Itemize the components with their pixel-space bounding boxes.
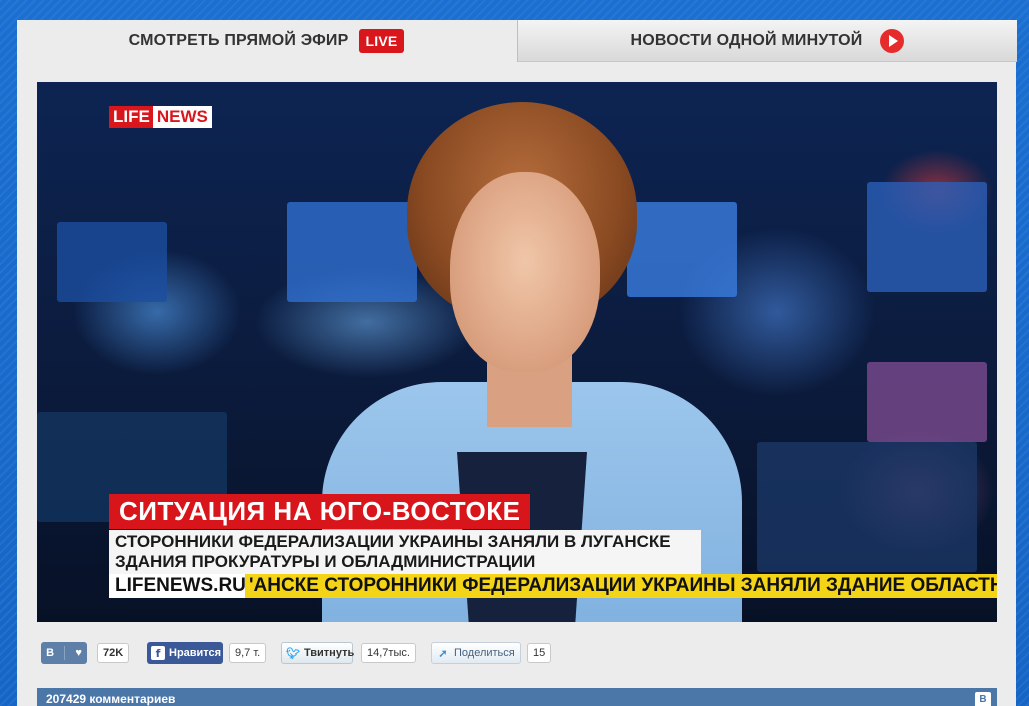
studio-screen	[57, 222, 167, 302]
news-ticker: 'АНСКЕ СТОРОННИКИ ФЕДЕРАЛИЗАЦИИ УКРАИНЫ …	[245, 574, 997, 598]
subhead-banner: СТОРОННИКИ ФЕДЕРАЛИЗАЦИИ УКРАИНЫ ЗАНЯЛИ …	[109, 530, 701, 574]
share-bird-icon: ➚	[438, 647, 448, 660]
video-player[interactable]: LIFE NEWS СИТУАЦИЯ НА ЮГО-ВОСТОКЕ СТОРОН…	[37, 82, 997, 622]
live-badge: LIVE	[358, 29, 405, 53]
subhead-line-1: СТОРОННИКИ ФЕДЕРАЛИЗАЦИИ УКРАИНЫ ЗАНЯЛИ …	[115, 532, 671, 551]
comments-count-label: 207429 комментариев	[46, 692, 176, 706]
logo-life-text: LIFE	[109, 106, 153, 128]
vk-icon: В	[975, 692, 991, 706]
ticker-site-label: LIFENEWS.RU	[109, 574, 252, 598]
comments-header[interactable]: 207429 комментариев В	[37, 688, 997, 706]
logo-news-text: NEWS	[152, 106, 212, 128]
subhead-line-2: ЗДАНИЯ ПРОКУРАТУРЫ И ОБЛАДМИНИСТРАЦИИ	[115, 552, 536, 571]
tab-news-one-minute-label: НОВОСТИ ОДНОЙ МИНУТОЙ	[630, 32, 863, 49]
tab-watch-live[interactable]: СМОТРЕТЬ ПРЯМОЙ ЭФИР LIVE	[17, 20, 516, 62]
tweet-label: Твитнуть	[303, 647, 355, 659]
facebook-icon: f	[151, 646, 165, 660]
share-button[interactable]: ➚ Поделиться	[431, 642, 521, 664]
social-share-bar: В ♥ 72K f Нравится 9,7 т. 🐦︎ Твитнуть 14…	[41, 642, 1001, 664]
facebook-like-count: 9,7 т.	[229, 643, 267, 663]
divider	[64, 646, 66, 660]
tab-watch-live-label: СМОТРЕТЬ ПРЯМОЙ ЭФИР	[128, 32, 349, 49]
vk-like-button[interactable]: В ♥	[41, 642, 87, 664]
heart-icon: ♥	[75, 647, 82, 659]
content-panel: СМОТРЕТЬ ПРЯМОЙ ЭФИР LIVE НОВОСТИ ОДНОЙ …	[17, 20, 1017, 706]
studio-screen	[867, 362, 987, 442]
share-label: Поделиться	[454, 647, 515, 659]
tweet-count: 14,7тыс.	[361, 643, 416, 663]
headline-banner: СИТУАЦИЯ НА ЮГО-ВОСТОКЕ	[109, 494, 531, 529]
share-count: 15	[527, 643, 552, 663]
tab-news-one-minute[interactable]: НОВОСТИ ОДНОЙ МИНУТОЙ	[517, 20, 1017, 62]
tweet-button[interactable]: 🐦︎ Твитнуть	[281, 642, 355, 664]
vk-logo-icon: В	[46, 647, 55, 659]
lifenews-logo: LIFE NEWS	[109, 106, 212, 128]
studio-screen	[757, 442, 977, 572]
anchor-face	[450, 172, 600, 372]
tab-bar: СМОТРЕТЬ ПРЯМОЙ ЭФИР LIVE НОВОСТИ ОДНОЙ …	[17, 20, 1017, 62]
facebook-like-button[interactable]: f Нравится	[147, 642, 223, 664]
facebook-like-label: Нравится	[169, 647, 222, 659]
vk-like-count: 72K	[97, 643, 130, 663]
studio-screen	[867, 182, 987, 292]
play-icon	[880, 29, 905, 53]
twitter-bird-icon: 🐦︎	[286, 647, 300, 660]
